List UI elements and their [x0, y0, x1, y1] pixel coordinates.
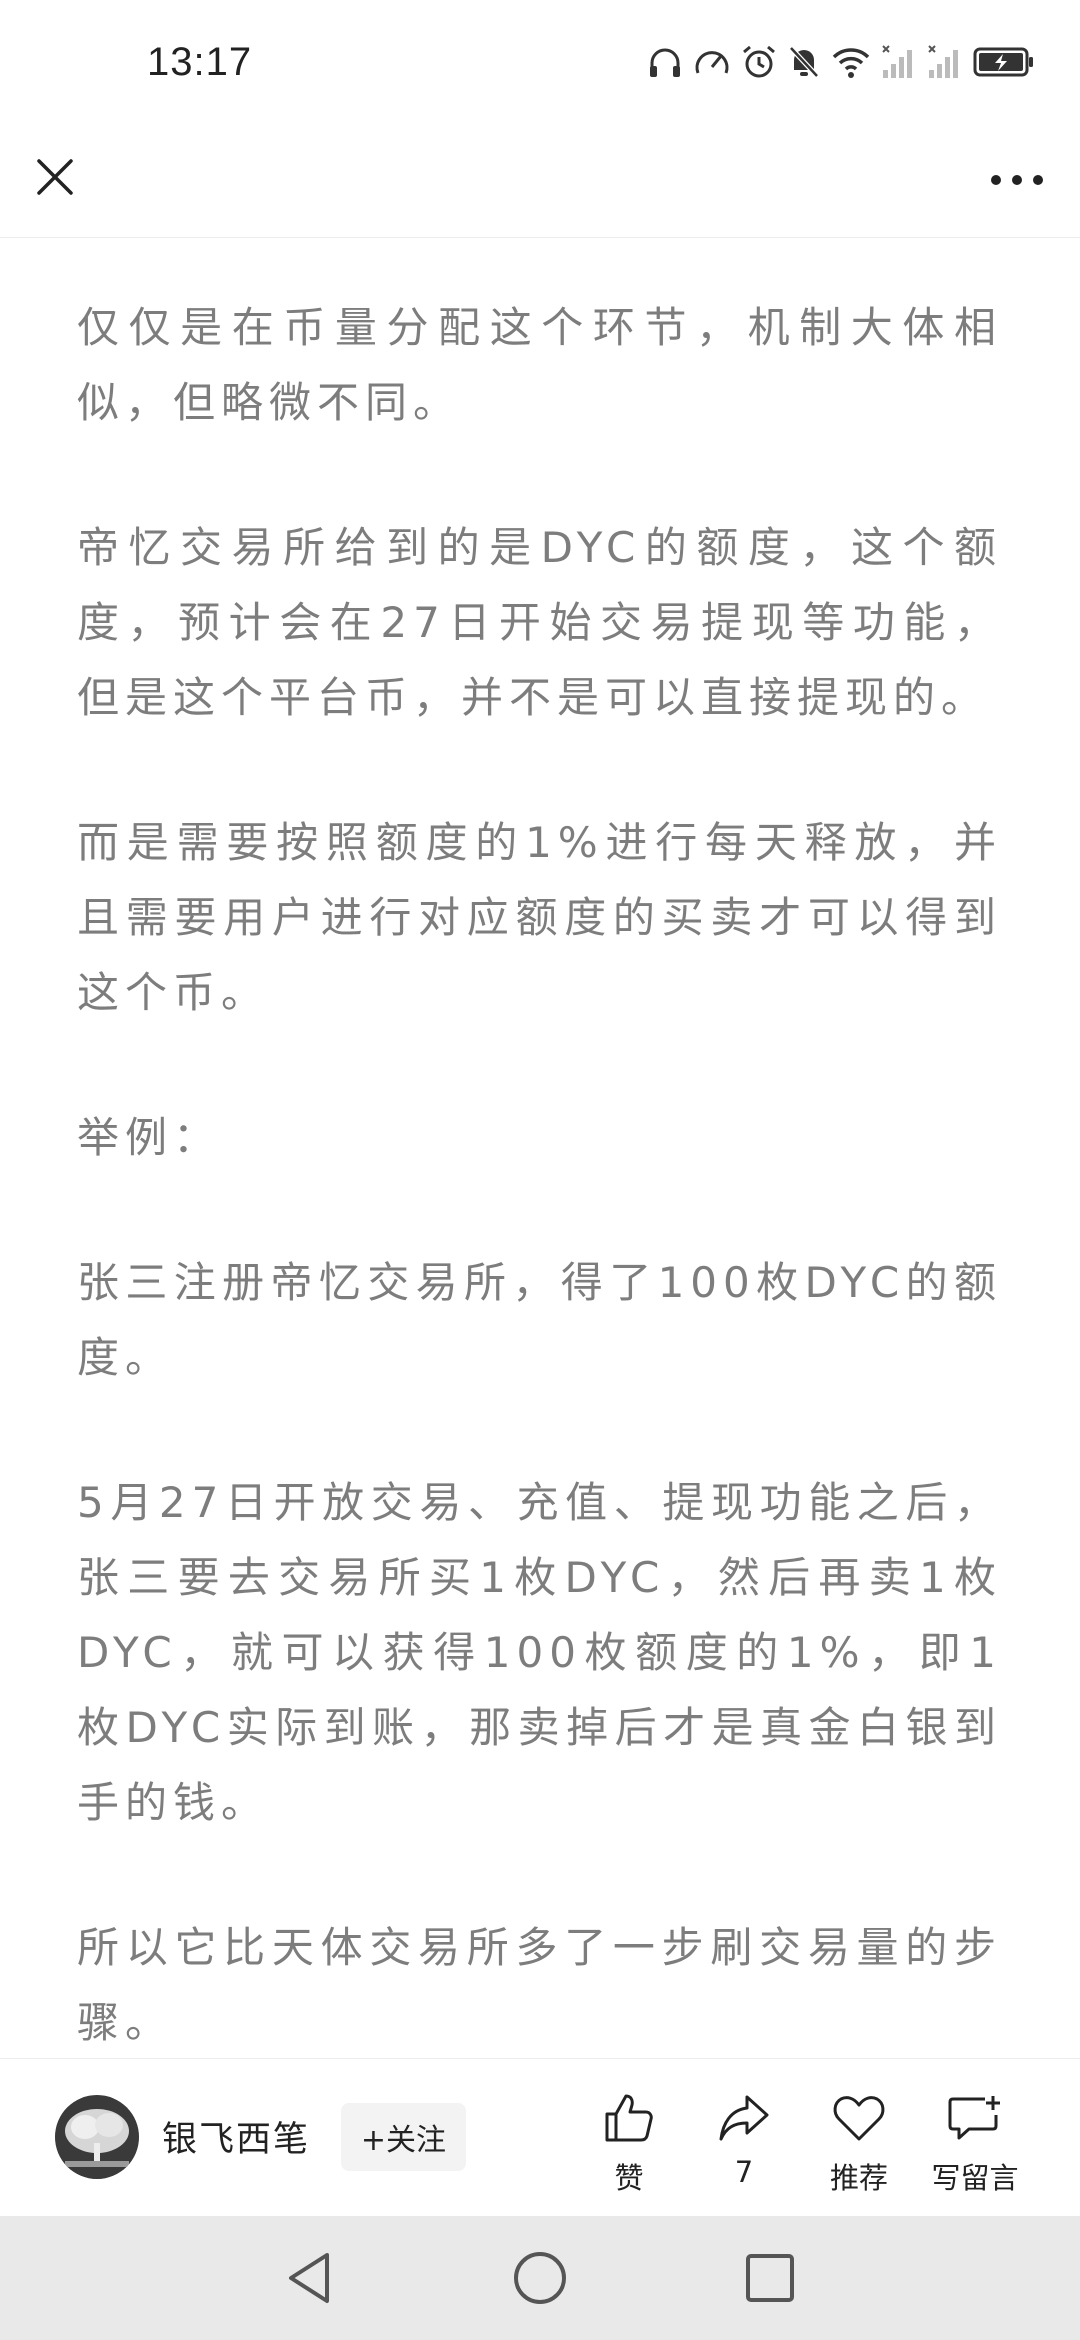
- status-icons: [647, 44, 1035, 80]
- author-avatar[interactable]: [55, 2095, 139, 2179]
- article-paragraph: 5月27日开放交易、充值、提现功能之后，张三要去交易所买1枚DYC，然后再卖1枚…: [77, 1478, 1002, 1827]
- status-time: 13:17: [147, 40, 253, 84]
- system-navigation-bar: [0, 2216, 1080, 2340]
- recommend-label: 推荐: [829, 2161, 888, 2195]
- system-recents-button[interactable]: [740, 2248, 800, 2308]
- recommend-button[interactable]: 推荐: [804, 2087, 914, 2197]
- article-paragraph: 所以它比天体交易所多了一步刷交易量的步骤。: [77, 1923, 1002, 2047]
- close-icon: [37, 159, 73, 195]
- speedometer-icon: [695, 51, 729, 74]
- wifi-icon: [832, 48, 870, 78]
- like-button[interactable]: 赞: [574, 2087, 684, 2197]
- follow-button[interactable]: +关注: [341, 2103, 466, 2171]
- share-count: 7: [734, 2155, 754, 2189]
- more-options-button[interactable]: [982, 155, 1052, 205]
- status-bar: 13:17: [0, 0, 1080, 135]
- tree-avatar-image: [55, 2095, 139, 2179]
- share-button[interactable]: 7: [689, 2087, 799, 2189]
- bottom-action-bar: 银飞西笔 +关注 赞 7 推荐 写留言: [0, 2058, 1080, 2217]
- recents-square-icon: [746, 2254, 794, 2302]
- signal-2-icon: [928, 45, 958, 78]
- thumbs-up-icon: [605, 2094, 653, 2142]
- article-paragraph: 仅仅是在币量分配这个环节，机制大体相似，但略微不同。: [77, 303, 1002, 427]
- home-circle-icon: [514, 2252, 566, 2304]
- comment-button[interactable]: 写留言: [920, 2087, 1030, 2197]
- share-arrow-icon: [719, 2095, 769, 2141]
- system-back-button[interactable]: [280, 2248, 340, 2308]
- author-name[interactable]: 银飞西笔: [162, 2111, 310, 2162]
- top-nav-bar: [0, 135, 1080, 238]
- heart-icon: [833, 2096, 885, 2141]
- back-triangle-icon: [289, 2253, 329, 2303]
- article-paragraph: 帝忆交易所给到的是DYC的额度，这个额度，预计会在27日开始交易提现等功能，但是…: [77, 523, 1002, 722]
- article-body[interactable]: 仅仅是在币量分配这个环节，机制大体相似，但略微不同。 帝忆交易所给到的是DYC的…: [0, 238, 1080, 2058]
- headphones-icon: [650, 48, 680, 77]
- close-button[interactable]: [28, 150, 82, 204]
- alarm-icon: [743, 45, 775, 78]
- comment-label: 写留言: [931, 2161, 1019, 2195]
- battery-charging-icon: [973, 47, 1033, 77]
- more-dots-icon: [991, 175, 1043, 185]
- article-paragraph: 而是需要按照额度的1%进行每天释放，并且需要用户进行对应额度的买卖才可以得到这个…: [77, 818, 1002, 1017]
- signal-1-icon: [882, 45, 912, 78]
- comment-add-icon: [948, 2096, 1000, 2140]
- article-paragraph: 张三注册帝忆交易所，得了100枚DYC的额度。: [77, 1258, 1002, 1382]
- article-paragraph: 举例：: [77, 1113, 222, 1162]
- like-label: 赞: [614, 2161, 644, 2195]
- system-home-button[interactable]: [510, 2248, 570, 2308]
- mute-bell-icon: [789, 46, 819, 78]
